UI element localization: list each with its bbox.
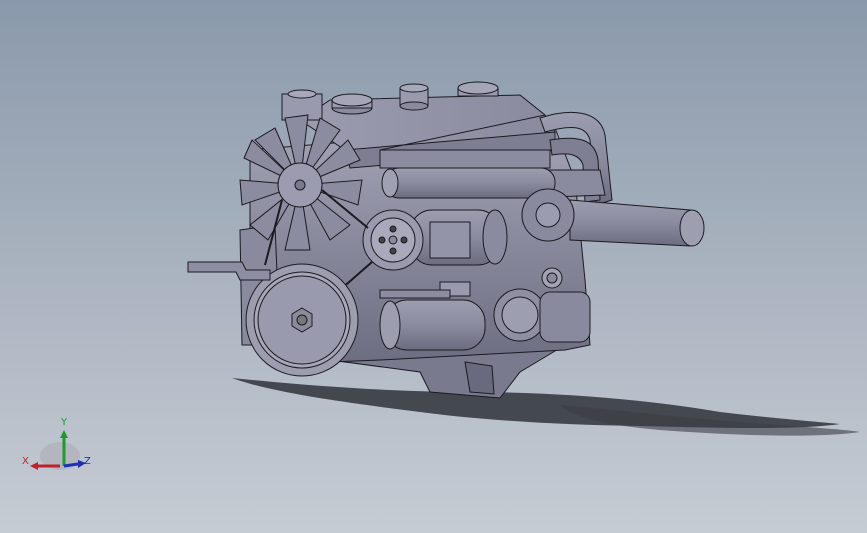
crank-pulley[interactable] xyxy=(245,263,359,377)
oil-cap-2[interactable] xyxy=(399,83,429,111)
engine-model[interactable] xyxy=(0,0,867,533)
starter-motor[interactable] xyxy=(493,288,591,343)
z-axis-line xyxy=(63,462,79,468)
z-axis-label: Z xyxy=(84,456,91,467)
intake-manifold[interactable] xyxy=(379,149,556,199)
x-axis-arrow xyxy=(30,462,38,470)
alternator-pulley[interactable] xyxy=(362,209,424,271)
orientation-triad: X Y Z xyxy=(22,417,91,470)
ground-shadow xyxy=(232,378,860,436)
alternator[interactable] xyxy=(409,209,508,266)
y-axis-label: Y xyxy=(60,417,68,428)
oil-cap-3[interactable] xyxy=(457,81,499,97)
y-axis-arrow xyxy=(60,430,68,438)
graphics-viewport[interactable]: X Y Z xyxy=(0,0,867,533)
oil-filter[interactable] xyxy=(379,299,486,351)
air-intake-tube[interactable] xyxy=(521,188,705,247)
oil-cap-1[interactable] xyxy=(331,93,373,115)
x-axis-label: X xyxy=(22,456,29,467)
